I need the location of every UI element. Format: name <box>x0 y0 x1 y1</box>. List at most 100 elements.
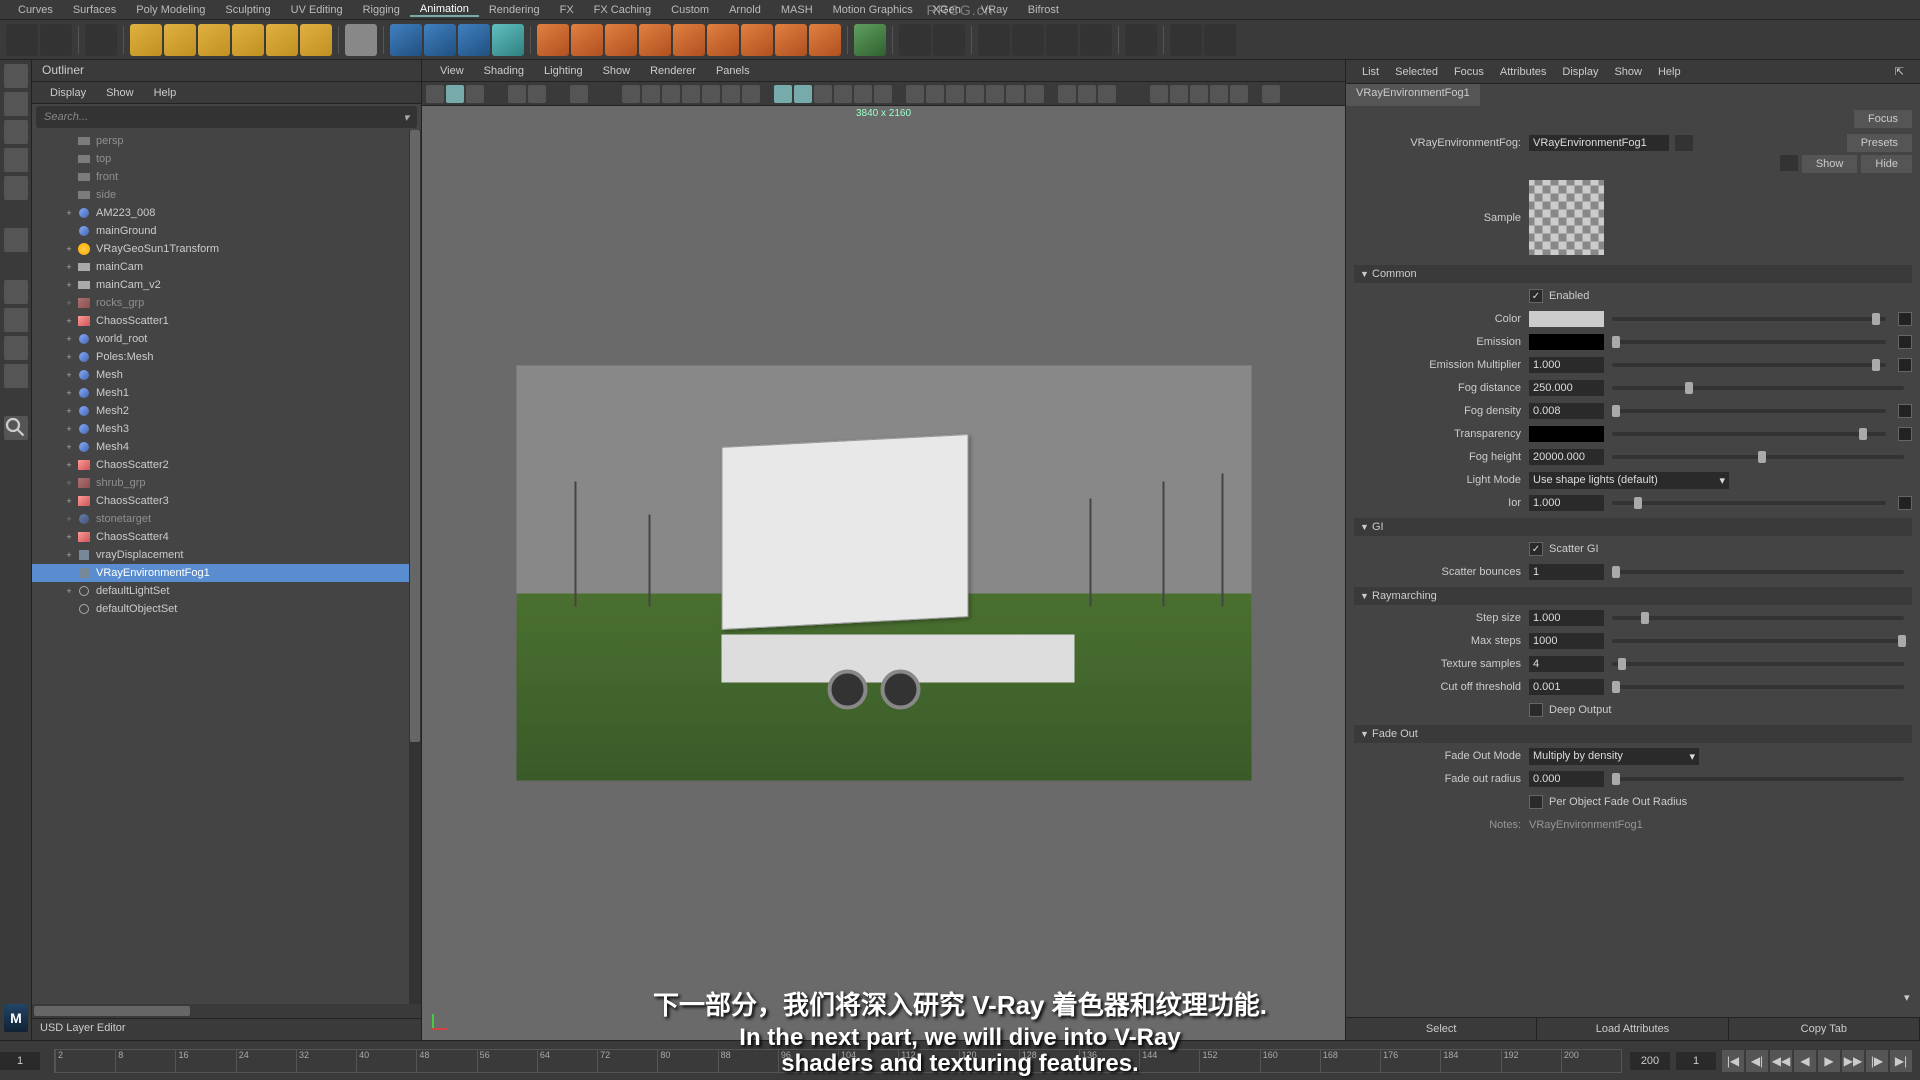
ior-field[interactable]: 1.000 <box>1529 495 1604 511</box>
outliner-item-defaultlightset[interactable]: +defaultLightSet <box>32 582 421 600</box>
ior-slider[interactable] <box>1612 501 1886 505</box>
layout3-tool[interactable] <box>4 364 28 388</box>
grid-tool[interactable] <box>4 280 28 304</box>
vfb-icon[interactable] <box>978 24 1010 56</box>
sun-icon[interactable] <box>300 24 332 56</box>
vp-tool-icon[interactable] <box>1190 85 1208 103</box>
color-slider[interactable] <box>1612 317 1886 321</box>
vp-tool-icon[interactable] <box>946 85 964 103</box>
emissionmult-slider[interactable] <box>1612 363 1886 367</box>
vp-tool-icon[interactable] <box>1170 85 1188 103</box>
vp-tool-icon[interactable] <box>662 85 680 103</box>
proxy-icon[interactable] <box>424 24 456 56</box>
vp-tool-icon[interactable] <box>1230 85 1248 103</box>
fogdens-field[interactable]: 0.008 <box>1529 403 1604 419</box>
menu-motion-graphics[interactable]: Motion Graphics <box>823 4 923 16</box>
outliner-item-mesh1[interactable]: +Mesh1 <box>32 384 421 402</box>
vp-tool-icon[interactable] <box>814 85 832 103</box>
link2-icon[interactable] <box>1780 155 1798 171</box>
emissionmult-field[interactable]: 1.000 <box>1529 357 1604 373</box>
texs-slider[interactable] <box>1612 662 1904 666</box>
expander-icon[interactable]: + <box>62 406 76 416</box>
transp-swatch[interactable] <box>1529 426 1604 442</box>
vp-tool-icon[interactable] <box>682 85 700 103</box>
scatter-icon[interactable] <box>639 24 671 56</box>
usd-layer-editor[interactable]: USD Layer Editor <box>32 1018 421 1040</box>
color-swatch[interactable] <box>1529 311 1604 327</box>
expander-icon[interactable]: + <box>62 244 76 254</box>
sample-swatch[interactable] <box>1529 180 1604 255</box>
settings-icon[interactable] <box>1170 24 1202 56</box>
vp-tool-icon[interactable] <box>508 85 526 103</box>
tree-icon[interactable] <box>854 24 886 56</box>
outliner-item-front[interactable]: front <box>32 168 421 186</box>
outliner-search[interactable]: Search... ▾ <box>36 106 417 128</box>
vp-tool-icon[interactable] <box>1098 85 1116 103</box>
step-field[interactable]: 1.000 <box>1529 610 1604 626</box>
menu-uv-editing[interactable]: UV Editing <box>281 4 353 16</box>
outliner-item-chaosscatter4[interactable]: +ChaosScatter4 <box>32 528 421 546</box>
map-icon[interactable] <box>1898 404 1912 418</box>
vp-tool-icon[interactable] <box>986 85 1004 103</box>
attr-menu-display[interactable]: Display <box>1554 66 1606 78</box>
vp-tool-icon[interactable] <box>926 85 944 103</box>
fogdist-field[interactable]: 250.000 <box>1529 380 1604 396</box>
map-icon[interactable] <box>1898 358 1912 372</box>
go-end-button[interactable]: ▶| <box>1890 1050 1912 1072</box>
fogh-slider[interactable] <box>1612 455 1904 459</box>
start-frame-field[interactable]: 1 <box>0 1052 40 1070</box>
expander-icon[interactable]: + <box>62 370 76 380</box>
expander-icon[interactable]: + <box>62 514 76 524</box>
vp-tool-icon[interactable] <box>906 85 924 103</box>
attr-menu-help[interactable]: Help <box>1650 66 1689 78</box>
scattergi-checkbox[interactable]: ✓ <box>1529 542 1543 556</box>
perobj-checkbox[interactable] <box>1529 795 1543 809</box>
move-tool[interactable] <box>4 120 28 144</box>
outliner-item-chaosscatter1[interactable]: +ChaosScatter1 <box>32 312 421 330</box>
section-raymarching[interactable]: ▼Raymarching <box>1354 587 1912 605</box>
fogh-field[interactable]: 20000.000 <box>1529 449 1604 465</box>
expander-icon[interactable]: + <box>62 460 76 470</box>
sphere2-icon[interactable] <box>198 24 230 56</box>
outliner-item-defaultobjectset[interactable]: defaultObjectSet <box>32 600 421 618</box>
expander-icon[interactable]: + <box>62 424 76 434</box>
map-icon[interactable] <box>1898 496 1912 510</box>
cube-icon[interactable] <box>390 24 422 56</box>
expander-icon[interactable]: + <box>62 388 76 398</box>
map-icon[interactable] <box>1898 335 1912 349</box>
chaos-icon[interactable] <box>1080 24 1112 56</box>
viewport-3d[interactable]: 3840 x 2160 <box>422 106 1345 1040</box>
shelf-icon[interactable] <box>40 24 72 56</box>
expander-icon[interactable]: + <box>62 298 76 308</box>
framebuffer-icon[interactable] <box>1125 24 1157 56</box>
outliner-item-vrayenvironmentfog1[interactable]: VRayEnvironmentFog1 <box>32 564 421 582</box>
outliner-menu-display[interactable]: Display <box>40 87 96 99</box>
vp-tool-icon[interactable] <box>722 85 740 103</box>
shelf-icon[interactable] <box>6 24 38 56</box>
rotate-tool[interactable] <box>4 148 28 172</box>
emission-slider[interactable] <box>1612 340 1886 344</box>
expander-icon[interactable]: + <box>62 442 76 452</box>
cosmos-icon[interactable] <box>1046 24 1078 56</box>
fogdens-slider[interactable] <box>1612 409 1886 413</box>
outliner-scrollbar[interactable] <box>409 130 421 1004</box>
outliner-item-persp[interactable]: persp <box>32 132 421 150</box>
vp-tool-icon[interactable] <box>446 85 464 103</box>
vp-tool-icon[interactable] <box>1150 85 1168 103</box>
expander-icon[interactable]: + <box>62 496 76 506</box>
key-back-button[interactable]: ◀◀ <box>1770 1050 1792 1072</box>
expander-icon[interactable]: + <box>62 478 76 488</box>
expander-icon[interactable]: + <box>62 280 76 290</box>
vp-menu-lighting[interactable]: Lighting <box>534 65 593 77</box>
vp-tool-icon[interactable] <box>1078 85 1096 103</box>
outliner-item-vraydisplacement[interactable]: +vrayDisplacement <box>32 546 421 564</box>
dock-icon[interactable]: ⇱ <box>1887 65 1912 78</box>
menu-rendering[interactable]: Rendering <box>479 4 550 16</box>
texs-field[interactable]: 4 <box>1529 656 1604 672</box>
vp-tool-icon[interactable] <box>426 85 444 103</box>
outliner-item-vraygeosun1transform[interactable]: +VRayGeoSun1Transform <box>32 240 421 258</box>
vp-menu-renderer[interactable]: Renderer <box>640 65 706 77</box>
enabled-checkbox[interactable]: ✓ <box>1529 289 1543 303</box>
ipr-icon[interactable] <box>933 24 965 56</box>
light-lister-icon[interactable] <box>1012 24 1044 56</box>
